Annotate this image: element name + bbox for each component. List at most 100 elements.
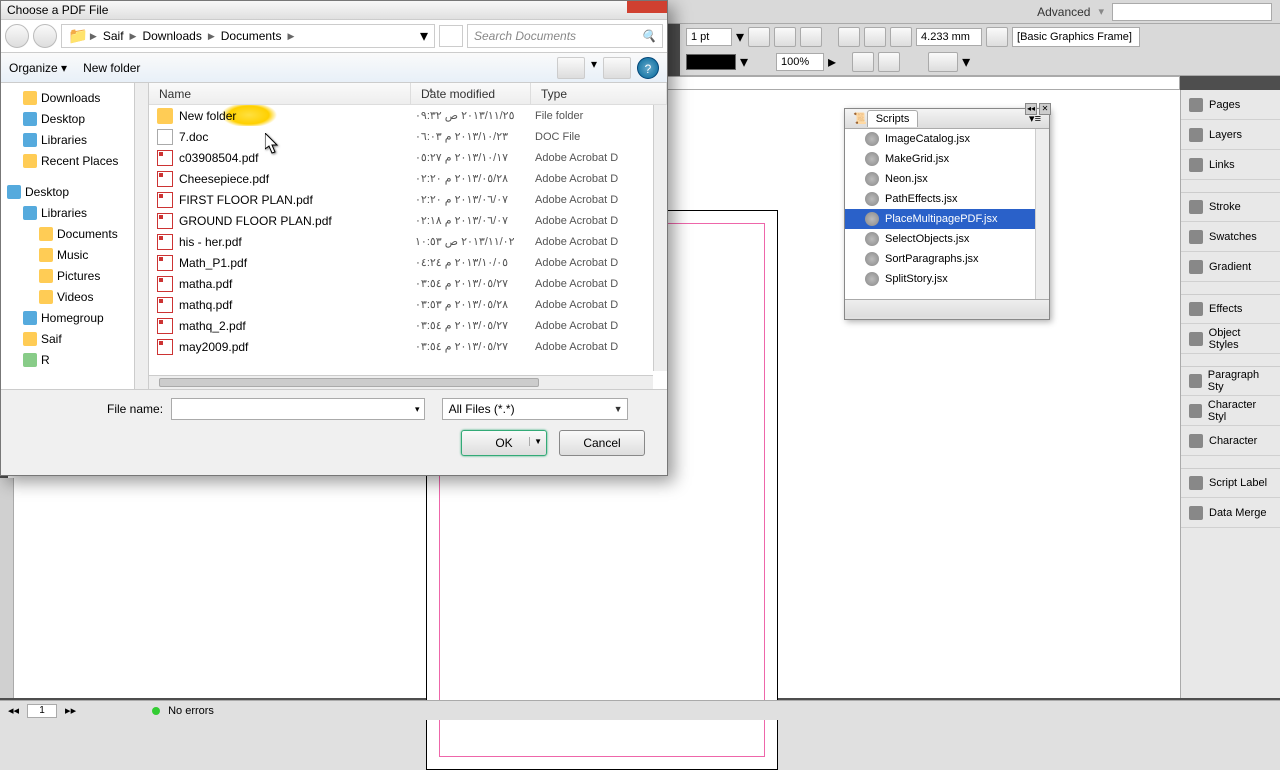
refresh-button[interactable] xyxy=(439,25,463,47)
chevron-down-icon[interactable]: ▾ xyxy=(415,404,420,415)
panel-tab[interactable]: Character Styl xyxy=(1181,396,1280,426)
zoom-input[interactable] xyxy=(776,53,824,71)
wrap-button[interactable] xyxy=(890,27,912,47)
panel-tab[interactable]: Script Label xyxy=(1181,468,1280,498)
preview-pane-button[interactable] xyxy=(603,57,631,79)
chevron-down-icon[interactable]: ▾ xyxy=(736,27,744,47)
panel-tab[interactable]: Layers xyxy=(1181,120,1280,150)
stroke-style-button[interactable] xyxy=(928,52,958,72)
panel-collapse-icon[interactable]: ◂◂ xyxy=(1025,103,1037,115)
chevron-right-icon[interactable]: ▶ xyxy=(130,31,137,42)
file-row[interactable]: FIRST FLOOR PLAN.pdf٢٠١٣/٠٦/٠٧ م ٠٢:٢٠Ad… xyxy=(149,189,667,210)
tree-item[interactable]: Videos xyxy=(1,286,148,307)
chevron-down-icon[interactable]: ▾ xyxy=(591,57,597,79)
page-nav-next[interactable]: ▸▸ xyxy=(65,704,76,717)
ctrl-button[interactable] xyxy=(748,27,770,47)
dialog-search-input[interactable]: Search Documents 🔍 xyxy=(467,24,663,48)
chevron-right-icon[interactable]: ▶ xyxy=(208,31,215,42)
panel-tab[interactable]: Gradient xyxy=(1181,252,1280,282)
align-button[interactable] xyxy=(878,52,900,72)
scripts-tab[interactable]: 📜 Scripts ▾≡ xyxy=(845,109,1049,129)
scrollbar-thumb[interactable] xyxy=(159,378,539,387)
organize-menu[interactable]: Organize ▾ xyxy=(9,61,67,75)
page-number-input[interactable] xyxy=(27,704,57,718)
wrap-button[interactable] xyxy=(864,27,886,47)
panel-tab[interactable]: Stroke xyxy=(1181,192,1280,222)
help-search-input[interactable] xyxy=(1112,3,1272,21)
fx-button[interactable] xyxy=(800,27,822,47)
panel-tab[interactable]: Effects xyxy=(1181,294,1280,324)
script-item[interactable]: PathEffects.jsx xyxy=(845,189,1049,209)
column-type[interactable]: Type xyxy=(531,83,667,104)
tree-item[interactable]: Desktop xyxy=(1,181,148,202)
workspace-switcher[interactable]: Advanced xyxy=(1037,5,1090,19)
stroke-weight-input[interactable] xyxy=(686,28,732,46)
help-button[interactable]: ? xyxy=(637,57,659,79)
scripts-list[interactable]: ImageCatalog.jsxMakeGrid.jsxNeon.jsxPath… xyxy=(845,129,1049,299)
tree-item[interactable]: Documents xyxy=(1,223,148,244)
file-row[interactable]: New folder٢٠١٣/١١/٢٥ ص ٠٩:٣٢File folder xyxy=(149,105,667,126)
chevron-down-icon[interactable]: ▾ xyxy=(740,52,748,72)
panel-tab[interactable]: Links xyxy=(1181,150,1280,180)
filetype-select[interactable]: All Files (*.*) xyxy=(442,398,628,420)
folder-tree[interactable]: DownloadsDesktopLibrariesRecent PlacesDe… xyxy=(1,83,149,389)
file-row[interactable]: his - her.pdf٢٠١٣/١١/٠٢ ص ١٠:٥٣Adobe Acr… xyxy=(149,231,667,252)
panel-tab[interactable]: Object Styles xyxy=(1181,324,1280,354)
tree-item[interactable]: Music xyxy=(1,244,148,265)
ok-button[interactable]: OK xyxy=(461,430,547,456)
chevron-right-icon[interactable]: ▸ xyxy=(828,52,836,72)
new-folder-button[interactable]: New folder xyxy=(83,61,140,75)
scrollbar[interactable] xyxy=(134,83,148,389)
ctrl-button[interactable] xyxy=(986,27,1008,47)
script-item[interactable]: MakeGrid.jsx xyxy=(845,149,1049,169)
panel-close-icon[interactable]: ✕ xyxy=(1039,103,1051,115)
script-item[interactable]: SplitStory.jsx xyxy=(845,269,1049,289)
script-item[interactable]: ImageCatalog.jsx xyxy=(845,129,1049,149)
panel-tab[interactable]: Data Merge xyxy=(1181,498,1280,528)
file-row[interactable]: mathq_2.pdf٢٠١٣/٠٥/٢٧ م ٠٣:٥٤Adobe Acrob… xyxy=(149,315,667,336)
left-toolbox[interactable] xyxy=(0,478,14,698)
chevron-down-icon[interactable]: ▾ xyxy=(962,52,970,72)
file-row[interactable]: may2009.pdf٢٠١٣/٠٥/٢٧ م ٠٣:٥٤Adobe Acrob… xyxy=(149,336,667,357)
dialog-close-button[interactable] xyxy=(627,1,667,13)
scrollbar[interactable] xyxy=(1035,129,1049,299)
file-row[interactable]: 7.doc٢٠١٣/١٠/٢٣ م ٠٦:٠٣DOC File xyxy=(149,126,667,147)
panel-tab[interactable]: Paragraph Sty xyxy=(1181,366,1280,396)
size-input[interactable] xyxy=(916,28,982,46)
filename-input[interactable] xyxy=(171,398,425,420)
tree-item[interactable]: Libraries xyxy=(1,129,148,150)
file-list[interactable]: New folder٢٠١٣/١١/٢٥ ص ٠٩:٣٢File folder7… xyxy=(149,105,667,357)
scrollbar-horizontal[interactable] xyxy=(149,375,653,389)
script-item[interactable]: SelectObjects.jsx xyxy=(845,229,1049,249)
file-row[interactable]: Cheesepiece.pdf٢٠١٣/٠٥/٢٨ م ٠٢:٢٠Adobe A… xyxy=(149,168,667,189)
scripts-panel[interactable]: ◂◂ ✕ 📜 Scripts ▾≡ ImageCatalog.jsxMakeGr… xyxy=(844,108,1050,320)
chevron-right-icon[interactable]: ▶ xyxy=(90,31,97,42)
chevron-down-icon[interactable]: ▾ xyxy=(420,26,428,46)
tree-item[interactable]: Homegroup xyxy=(1,307,148,328)
tree-item[interactable]: R xyxy=(1,349,148,370)
file-row[interactable]: matha.pdf٢٠١٣/٠٥/٢٧ م ٠٣:٥٤Adobe Acrobat… xyxy=(149,273,667,294)
scrollbar-vertical[interactable] xyxy=(653,105,667,371)
tree-item[interactable]: Downloads xyxy=(1,87,148,108)
cancel-button[interactable]: Cancel xyxy=(559,430,645,456)
panel-tab[interactable]: Pages xyxy=(1181,90,1280,120)
nav-back-button[interactable] xyxy=(5,24,29,48)
panel-tab[interactable]: Swatches xyxy=(1181,222,1280,252)
page-nav-prev[interactable]: ◂◂ xyxy=(8,704,19,717)
script-item[interactable]: SortParagraphs.jsx xyxy=(845,249,1049,269)
file-row[interactable]: Math_P1.pdf٢٠١٣/١٠/٠٥ م ٠٤:٢٤Adobe Acrob… xyxy=(149,252,667,273)
nav-forward-button[interactable] xyxy=(33,24,57,48)
tree-item[interactable]: Libraries xyxy=(1,202,148,223)
tree-item[interactable]: Saif xyxy=(1,328,148,349)
align-button[interactable] xyxy=(852,52,874,72)
search-icon[interactable]: 🔍 xyxy=(641,29,656,43)
tree-item[interactable]: Recent Places xyxy=(1,150,148,171)
view-mode-button[interactable] xyxy=(557,57,585,79)
fill-swatch[interactable] xyxy=(686,54,736,70)
script-item[interactable]: Neon.jsx xyxy=(845,169,1049,189)
file-row[interactable]: GROUND FLOOR PLAN.pdf٢٠١٣/٠٦/٠٧ م ٠٢:١٨A… xyxy=(149,210,667,231)
ctrl-button[interactable] xyxy=(774,27,796,47)
preflight-status[interactable]: No errors xyxy=(168,705,214,717)
chevron-right-icon[interactable]: ▶ xyxy=(287,31,294,42)
breadcrumb-bar[interactable]: 📁 ▶ Saif ▶ Downloads ▶ Documents ▶ ▾ xyxy=(61,24,435,48)
